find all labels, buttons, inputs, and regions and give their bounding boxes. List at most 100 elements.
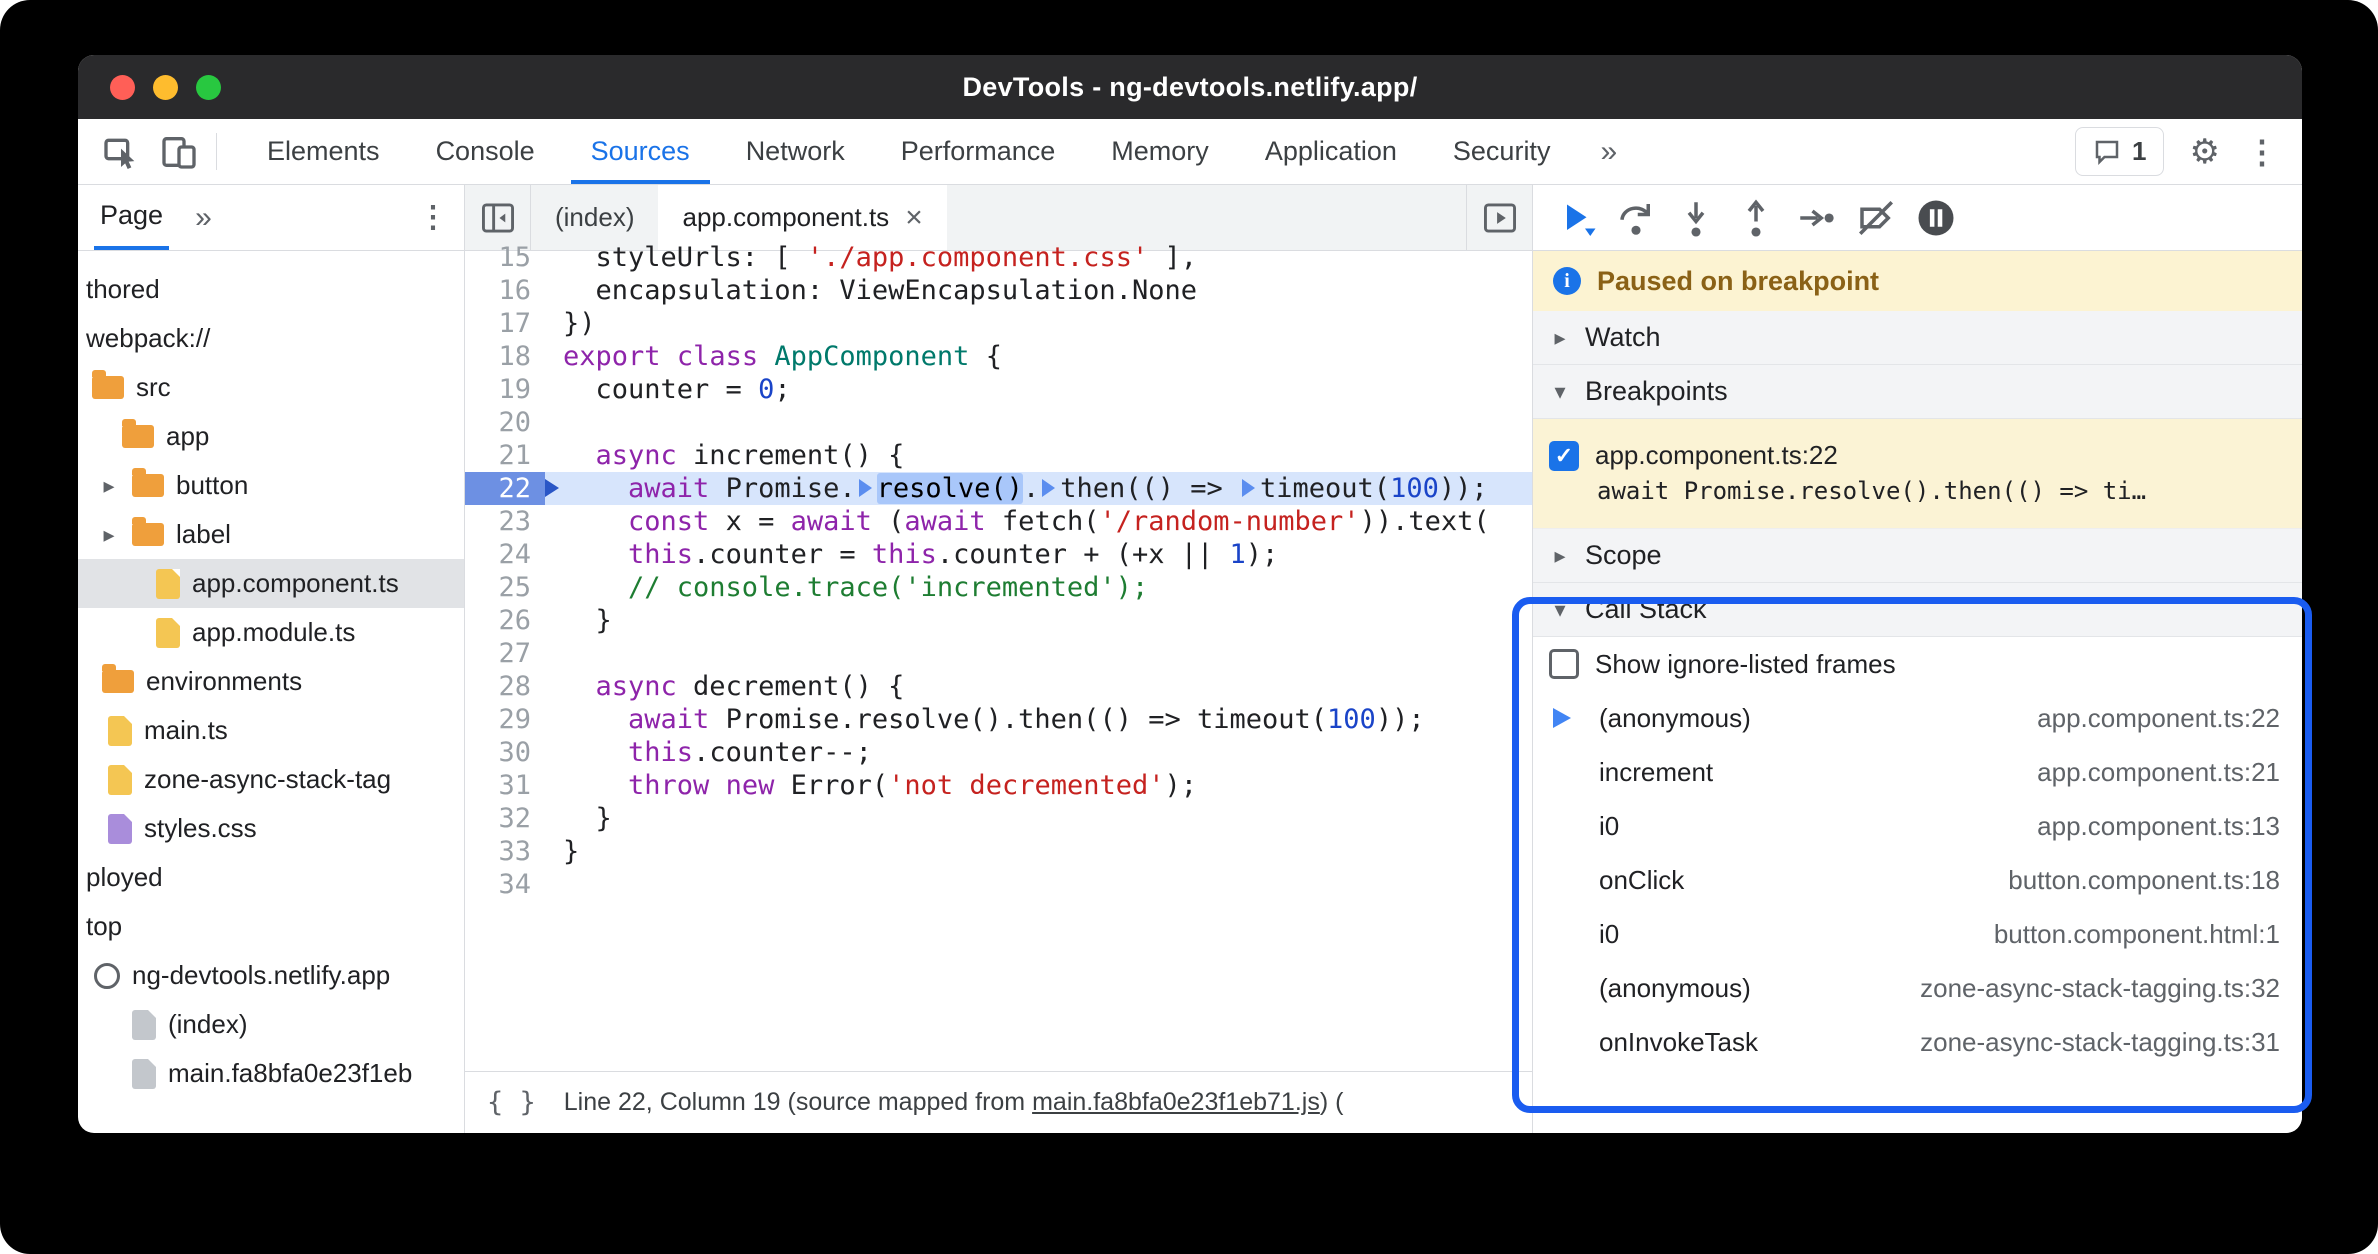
tree-item--index-[interactable]: (index) [78,1000,464,1049]
disclosure-icon[interactable]: ▸ [98,522,120,548]
close-window-button[interactable] [110,74,135,100]
line-number[interactable]: 15 [465,241,545,274]
callstack-section-header[interactable]: ▾ Call Stack [1533,583,2302,637]
line-number[interactable]: 24 [465,538,545,571]
format-code-button[interactable]: { } [487,1087,536,1118]
line-number[interactable]: 25 [465,571,545,604]
tab-application[interactable]: Application [1237,119,1425,184]
tree-item-app[interactable]: app [78,412,464,461]
tree-item-app-component-ts[interactable]: app.component.ts [78,559,464,608]
zoom-window-button[interactable] [196,74,221,100]
folder-icon [92,370,124,399]
callstack-frame[interactable]: increment app.component.ts:21 [1533,745,2302,799]
tab-console[interactable]: Console [408,119,563,184]
line-number[interactable]: 34 [465,868,545,901]
line-number[interactable]: 18 [465,340,545,373]
step-over-icon[interactable] [1613,195,1659,241]
more-tabs-button[interactable]: » [1578,119,1639,184]
inspect-element-icon[interactable] [92,119,150,184]
chevron-down-icon[interactable]: ▾ [1549,597,1571,623]
tree-item-thored[interactable]: thored [78,265,464,314]
line-number[interactable]: 33 [465,835,545,868]
async-step-marker[interactable] [1242,479,1256,497]
tab-performance[interactable]: Performance [873,119,1084,184]
tab-sources[interactable]: Sources [563,119,718,184]
tree-item-styles-css[interactable]: styles.css [78,804,464,853]
line-number[interactable]: 21 [465,439,545,472]
callstack-frame[interactable]: onClick button.component.ts:18 [1533,853,2302,907]
async-step-marker[interactable] [1042,479,1056,497]
callstack-frame[interactable]: (anonymous) zone-async-stack-tagging.ts:3… [1533,961,2302,1015]
show-ignore-listed-checkbox[interactable] [1549,649,1579,679]
tab-security[interactable]: Security [1425,119,1579,184]
more-navigator-tabs-button[interactable]: » [195,185,212,250]
tree-item-src[interactable]: src [78,363,464,412]
resume-script-icon[interactable] [1553,195,1599,241]
step-icon[interactable] [1793,195,1839,241]
tree-item-app-module-ts[interactable]: app.module.ts [78,608,464,657]
line-number[interactable]: 30 [465,736,545,769]
breakpoints-section-header[interactable]: ▾ Breakpoints [1533,365,2302,419]
step-out-icon[interactable] [1733,195,1779,241]
callstack-frame[interactable]: (anonymous) app.component.ts:22 [1533,691,2302,745]
line-number[interactable]: 17 [465,307,545,340]
source-map-link[interactable]: main.fa8bfa0e23f1eb71.js [1032,1088,1320,1116]
tree-item-button[interactable]: ▸ button [78,461,464,510]
tree-item-ng-devtools-netlify-app[interactable]: ng-devtools.netlify.app [78,951,464,1000]
tree-item-label: zone-async-stack-tag [144,764,392,794]
line-number[interactable]: 22 [465,472,559,505]
device-toolbar-icon[interactable] [150,119,208,184]
tree-item-webpack-[interactable]: webpack:// [78,314,464,363]
step-into-icon[interactable] [1673,195,1719,241]
disclosure-icon[interactable]: ▸ [98,473,120,499]
line-number[interactable]: 32 [465,802,545,835]
line-number[interactable]: 27 [465,637,545,670]
tab-network[interactable]: Network [718,119,873,184]
line-number[interactable]: 16 [465,274,545,307]
async-step-marker[interactable] [858,479,872,497]
frame-location: button.component.html:1 [1993,918,2280,949]
chevron-right-icon[interactable]: ▸ [1549,325,1571,351]
line-number[interactable]: 20 [465,406,545,439]
line-number[interactable]: 31 [465,769,545,802]
code-token: AppComponent [774,341,970,372]
kebab-menu-icon[interactable]: ⋮ [2246,133,2278,171]
breakpoint-entry[interactable]: ✓ app.component.ts:22 await Promise.reso… [1533,419,2302,529]
callstack-frame[interactable]: onInvokeTask zone-async-stack-tagging.ts:… [1533,1015,2302,1069]
chevron-right-icon[interactable]: ▸ [1549,543,1571,569]
tree-item-environments[interactable]: environments [78,657,464,706]
breakpoint-snippet: await Promise.resolve().then(() => ti… [1597,477,2147,505]
callstack-frame[interactable]: i0 button.component.html:1 [1533,907,2302,961]
settings-gear-icon[interactable]: ⚙ [2190,135,2220,169]
navigator-kebab-icon[interactable]: ⋮ [418,185,448,250]
tree-item-ployed[interactable]: ployed [78,853,464,902]
tree-item-zone-async-stack-tag[interactable]: zone-async-stack-tag [78,755,464,804]
minimize-window-button[interactable] [153,74,178,100]
line-number[interactable]: 26 [465,604,545,637]
scope-section-header[interactable]: ▸ Scope [1533,529,2302,583]
line-number[interactable]: 19 [465,373,545,406]
frame-location: zone-async-stack-tagging.ts:31 [1920,1026,2280,1057]
code-token: { [969,341,1002,372]
line-number[interactable]: 23 [465,505,545,538]
tree-item-main-ts[interactable]: main.ts [78,706,464,755]
close-tab-icon[interactable]: × [905,202,923,233]
tab-memory[interactable]: Memory [1083,119,1237,184]
issues-button[interactable]: 1 [2075,127,2164,176]
deactivate-breakpoints-icon[interactable] [1853,195,1899,241]
pause-on-exceptions-icon[interactable] [1913,195,1959,241]
line-number[interactable]: 28 [465,670,545,703]
breakpoint-checkbox[interactable]: ✓ [1549,440,1579,471]
tree-item-label[interactable]: ▸ label [78,510,464,559]
watch-section-header[interactable]: ▸ Watch [1533,311,2302,365]
tree-item-main-fa8bfa0e23f1eb[interactable]: main.fa8bfa0e23f1eb [78,1049,464,1098]
code-editor[interactable]: 15 styleUrls: [ './app.component.css' ],… [465,241,1532,1071]
code-line-15: 15 styleUrls: [ './app.component.css' ], [465,241,1532,274]
line-number[interactable]: 29 [465,703,545,736]
code-line-text: const x = await (await fetch('/random-nu… [545,505,1490,538]
chevron-down-icon[interactable]: ▾ [1549,379,1571,405]
tab-page[interactable]: Page [94,185,170,250]
tree-item-top[interactable]: top [78,902,464,951]
tab-elements[interactable]: Elements [239,119,408,184]
callstack-frame[interactable]: i0 app.component.ts:13 [1533,799,2302,853]
